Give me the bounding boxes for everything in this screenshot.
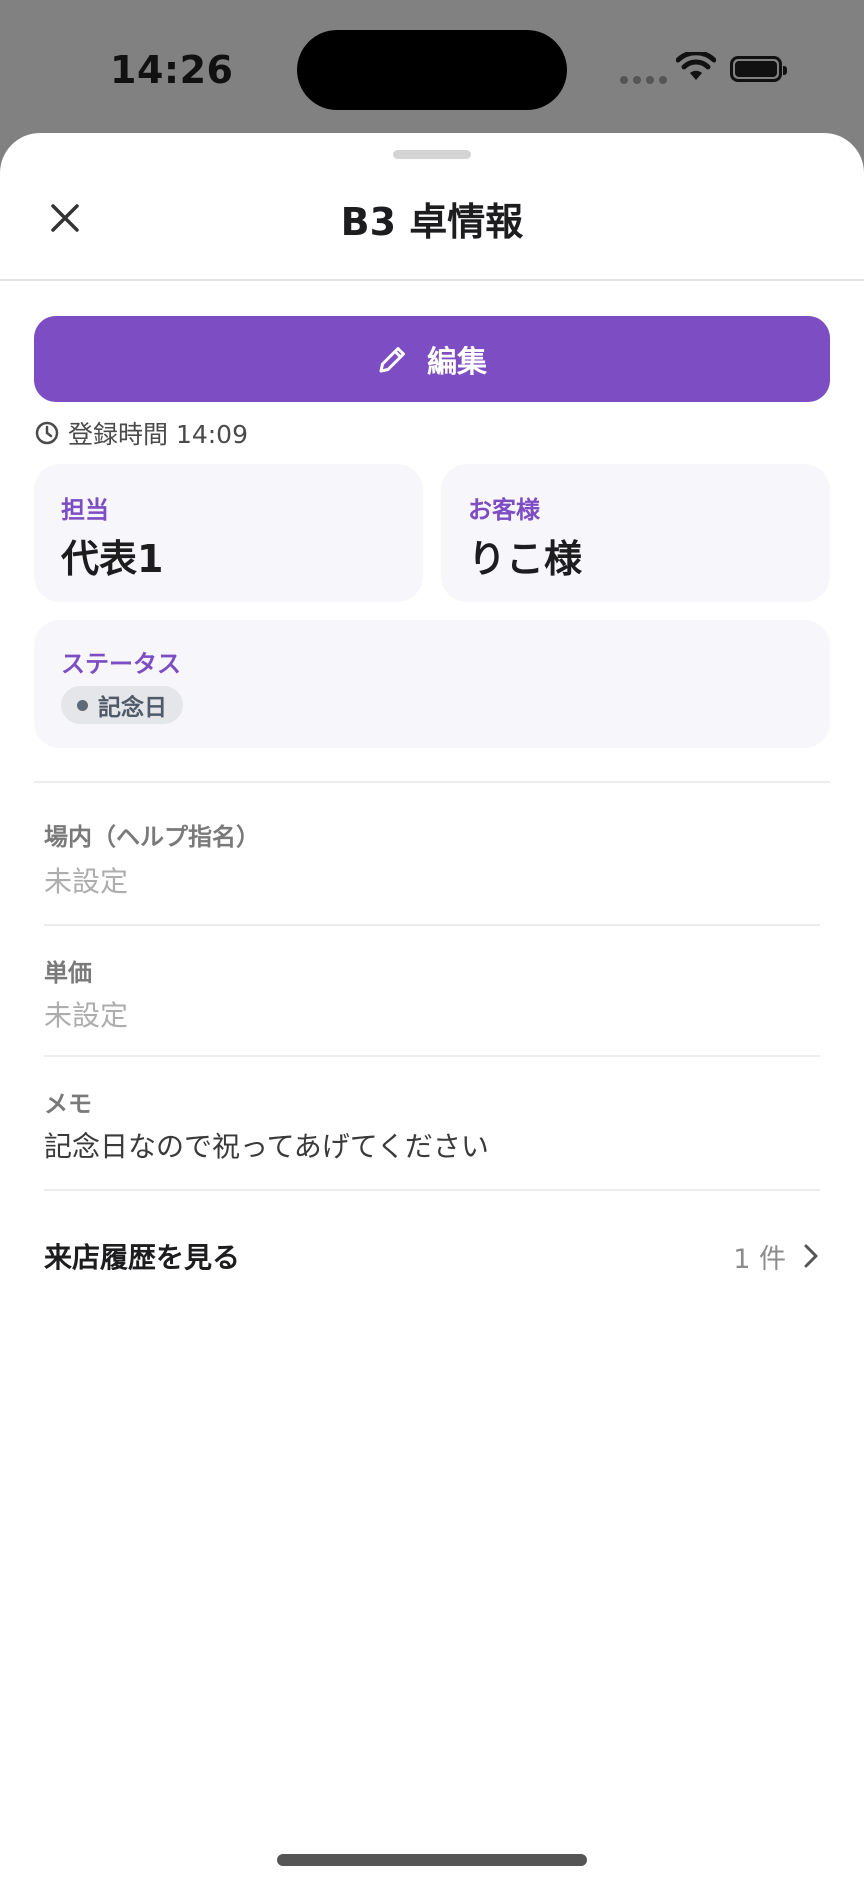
registered-time-text: 登録時間 14:09 — [68, 420, 248, 449]
memo-field-label: メモ — [44, 1090, 92, 1118]
clock-icon — [35, 421, 59, 445]
customer-card: お客様 りこ様 — [441, 464, 830, 602]
status-card: ステータス 記念日 — [34, 620, 830, 748]
status-badge-text: 記念日 — [98, 695, 167, 721]
header-divider — [0, 279, 864, 281]
table-info-sheet: B3 卓情報 編集 登録時間 14:09 担当 代表1 お客様 りこ様 ステータ… — [0, 133, 864, 1878]
sheet-grabber[interactable] — [393, 150, 471, 159]
sheet-title: B3 卓情報 — [340, 200, 524, 244]
status-bar: 14:26 — [0, 0, 864, 130]
staff-value: 代表1 — [61, 537, 164, 581]
help-field-value: 未設定 — [44, 865, 129, 898]
visit-history-link[interactable]: 来店履歴を見る 1 件 — [44, 1226, 820, 1286]
customer-value: りこ様 — [468, 537, 583, 581]
cellular-signal-icon — [620, 76, 667, 84]
home-indicator[interactable] — [277, 1854, 587, 1866]
status-dot-icon — [77, 699, 88, 711]
visit-history-label: 来店履歴を見る — [44, 1241, 241, 1274]
registered-time: 登録時間 14:09 — [34, 415, 248, 451]
pencil-icon — [379, 347, 405, 373]
price-field-label: 単価 — [44, 959, 92, 987]
dynamic-island — [297, 30, 567, 110]
wifi-icon — [676, 52, 716, 80]
field-divider — [44, 1189, 820, 1191]
battery-icon — [730, 56, 787, 82]
edit-button[interactable]: 編集 — [34, 316, 830, 402]
field-divider — [44, 924, 820, 926]
customer-label: お客様 — [468, 496, 540, 524]
clock-time: 14:26 — [110, 48, 234, 92]
chevron-right-icon — [804, 1244, 818, 1268]
memo-field-value: 記念日なので祝ってあげてください — [44, 1130, 489, 1163]
status-badge: 記念日 — [61, 686, 183, 724]
status-label: ステータス — [61, 650, 181, 678]
field-divider — [44, 1055, 820, 1057]
help-field-label: 場内（ヘルプ指名） — [44, 823, 260, 851]
staff-label: 担当 — [61, 496, 109, 524]
price-field-value: 未設定 — [44, 999, 129, 1032]
visit-history-count: 1 件 — [733, 1243, 786, 1275]
section-divider — [34, 781, 830, 783]
staff-card: 担当 代表1 — [34, 464, 423, 602]
edit-button-label: 編集 — [427, 346, 487, 379]
visit-history-meta: 1 件 — [733, 1237, 820, 1276]
